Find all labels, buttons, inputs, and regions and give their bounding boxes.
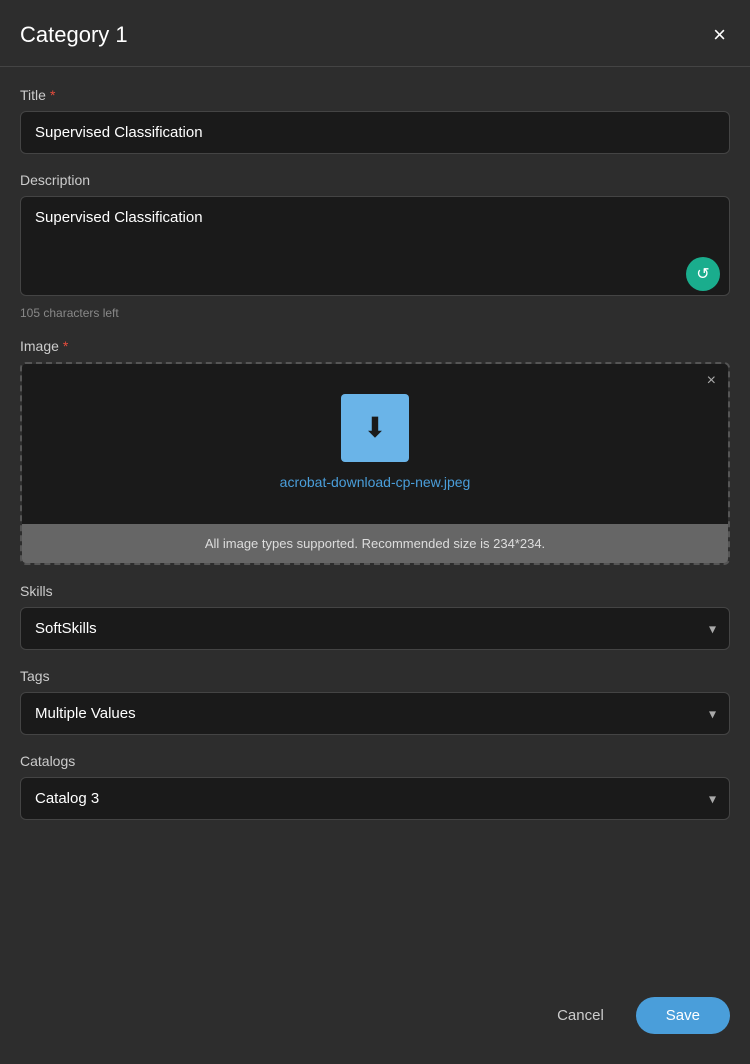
regenerate-button[interactable]: ↺ [686,257,720,291]
tags-select-wrapper: Multiple Values ▾ [20,692,730,735]
cancel-button[interactable]: Cancel [541,997,620,1034]
title-input[interactable] [20,111,730,154]
tags-label: Tags [20,668,730,684]
char-count: 105 characters left [20,306,730,320]
image-dismiss-button[interactable]: × [707,372,716,390]
title-label: Title * [20,87,730,103]
modal-header: Category 1 × [0,0,750,67]
modal-footer: Cancel Save [0,977,750,1064]
image-upload-area[interactable]: × ⬇ acrobat-download-cp-new.jpeg All ima… [20,362,730,565]
image-required-star: * [63,338,68,354]
skills-field-group: Skills SoftSkills ▾ [20,583,730,650]
file-link[interactable]: acrobat-download-cp-new.jpeg [280,474,471,490]
skills-select[interactable]: SoftSkills [20,607,730,650]
modal-body: Title * Description Supervised Classific… [0,67,750,977]
save-button[interactable]: Save [636,997,730,1034]
catalogs-select-wrapper: Catalog 3 ▾ [20,777,730,820]
tags-select[interactable]: Multiple Values [20,692,730,735]
image-upload-inner: × ⬇ acrobat-download-cp-new.jpeg [22,364,728,524]
title-field-group: Title * [20,87,730,154]
close-button[interactable]: × [709,20,730,50]
category-modal: Category 1 × Title * Description Supervi… [0,0,750,1064]
description-textarea-wrapper: Supervised Classification ↺ [20,196,730,301]
title-required-star: * [50,87,55,103]
catalogs-label: Catalogs [20,753,730,769]
skills-select-wrapper: SoftSkills ▾ [20,607,730,650]
image-label: Image * [20,338,730,354]
upload-icon-box: ⬇ [341,394,409,462]
image-field-group: Image * × ⬇ acrobat-download-cp-new.jpeg… [20,338,730,565]
catalogs-field-group: Catalogs Catalog 3 ▾ [20,753,730,820]
tags-field-group: Tags Multiple Values ▾ [20,668,730,735]
description-field-group: Description Supervised Classification ↺ … [20,172,730,320]
catalogs-select[interactable]: Catalog 3 [20,777,730,820]
download-icon: ⬇ [363,414,386,442]
description-label: Description [20,172,730,188]
image-hint: All image types supported. Recommended s… [22,524,728,563]
description-textarea[interactable]: Supervised Classification [20,196,730,296]
skills-label: Skills [20,583,730,599]
regenerate-icon: ↺ [696,264,709,284]
modal-title: Category 1 [20,22,128,48]
